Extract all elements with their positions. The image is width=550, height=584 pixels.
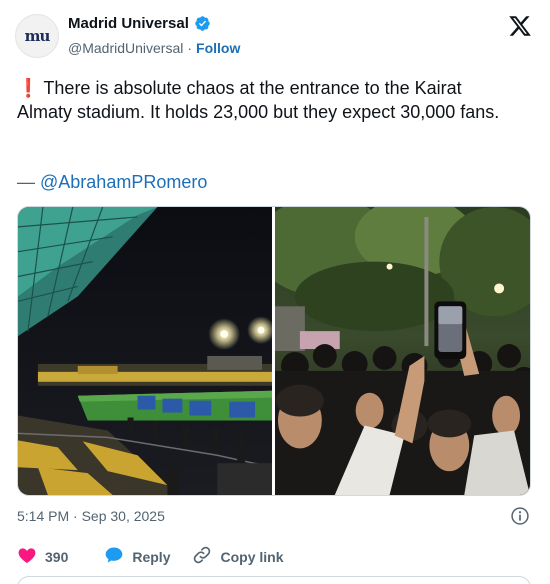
stadium-night-photo[interactable] xyxy=(18,207,272,495)
tweet-credit: — @AbrahamPRomero xyxy=(17,172,207,193)
copy-link-label: Copy link xyxy=(220,548,284,565)
media-grid xyxy=(17,206,531,496)
author-display-name[interactable]: Madrid Universal xyxy=(68,15,189,32)
credit-dash: — xyxy=(17,172,35,192)
follow-link[interactable]: Follow xyxy=(196,40,240,56)
x-logo-icon[interactable] xyxy=(508,14,532,38)
info-icon[interactable] xyxy=(510,506,530,526)
tweet-body: There is absolute chaos at the entrance … xyxy=(17,78,500,122)
handle-separator: · xyxy=(187,40,193,56)
reply-label: Reply xyxy=(132,548,171,565)
exclamation-emoji-icon: ❗ xyxy=(17,78,40,98)
avatar-logo: mu xyxy=(24,27,51,45)
verified-badge-icon xyxy=(194,15,211,32)
tweet-embed-card: mu Madrid Universal @MadridUniversal · F… xyxy=(0,0,550,584)
avatar[interactable]: mu xyxy=(15,14,59,58)
tweet-text: ❗ There is absolute chaos at the entrance… xyxy=(17,76,517,124)
like-count: 390 xyxy=(45,548,69,565)
copy-link-button[interactable]: Copy link xyxy=(192,545,284,568)
crowd-entrance-photo[interactable] xyxy=(275,207,530,495)
author-handle[interactable]: @MadridUniversal xyxy=(68,40,183,56)
credit-handle-link[interactable]: @AbrahamPRomero xyxy=(40,172,207,192)
reply-button[interactable]: Reply xyxy=(104,545,170,568)
link-icon xyxy=(192,545,212,568)
speech-bubble-icon xyxy=(104,545,124,568)
author-name-row: Madrid Universal xyxy=(68,15,211,32)
like-button[interactable]: 390 xyxy=(17,545,68,568)
read-replies-button-edge[interactable] xyxy=(17,576,531,584)
tweet-timestamp[interactable]: 5:14 PM · Sep 30, 2025 xyxy=(17,508,165,524)
tweet-actions: 390 Reply Copy link xyxy=(17,545,284,568)
heart-icon xyxy=(17,545,37,568)
author-handle-row: @MadridUniversal · Follow xyxy=(68,40,240,56)
